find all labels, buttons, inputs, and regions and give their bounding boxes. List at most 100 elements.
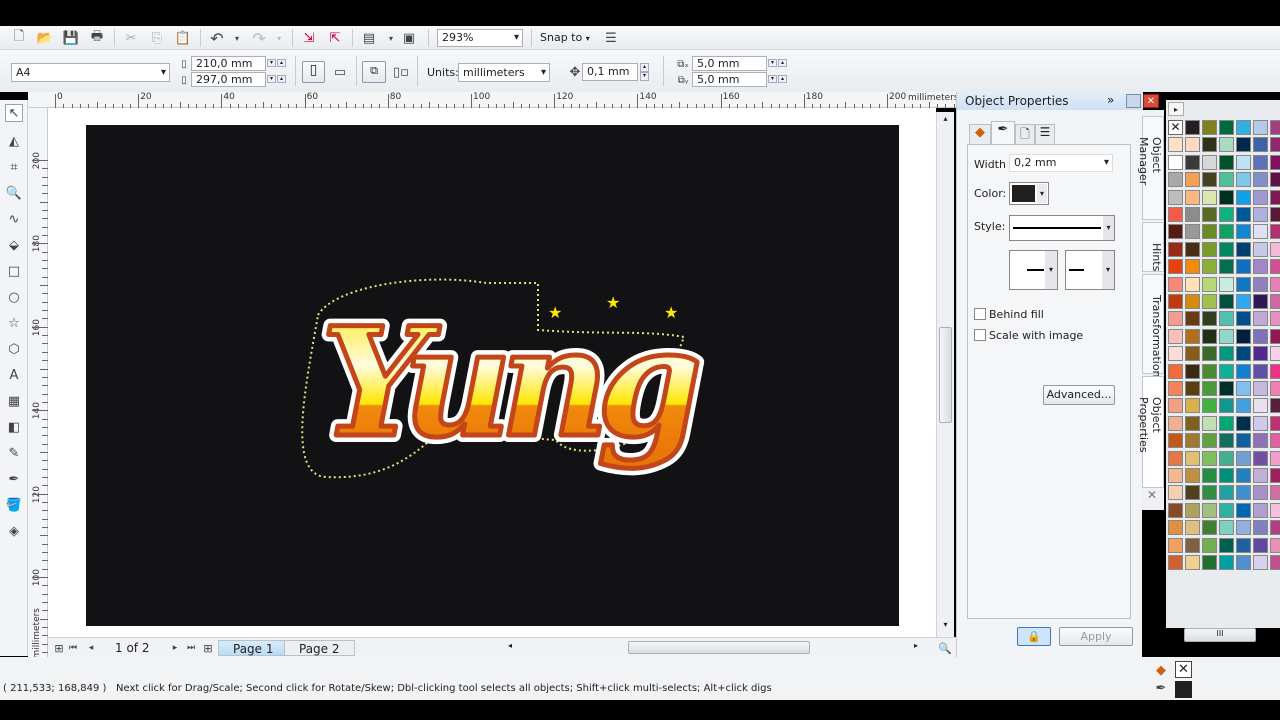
summary-tab-icon[interactable]: ☰ (1035, 124, 1055, 145)
color-swatch[interactable] (1168, 468, 1183, 483)
color-swatch[interactable] (1185, 433, 1200, 449)
zoom-tool-icon[interactable]: 🔍 (5, 184, 23, 202)
close-tab-icon[interactable]: ✕ (1147, 488, 1157, 502)
color-swatch[interactable] (1253, 398, 1268, 414)
import-icon[interactable]: ⇲ (300, 29, 318, 47)
color-swatch[interactable] (1202, 363, 1217, 379)
color-swatch[interactable] (1219, 363, 1234, 379)
color-swatch[interactable] (1168, 520, 1183, 536)
dup-x-up[interactable]: ▴ (778, 59, 787, 67)
color-swatch[interactable] (1253, 520, 1268, 536)
color-swatch[interactable] (1168, 328, 1183, 344)
nudge-up[interactable]: ▴ (640, 63, 649, 72)
color-swatch[interactable] (1270, 502, 1280, 518)
color-swatch[interactable] (1168, 415, 1183, 431)
color-swatch[interactable] (1185, 241, 1200, 257)
scroll-down-button[interactable]: ▾ (939, 620, 952, 634)
expand-docker-icon[interactable]: » (1107, 93, 1114, 107)
no-color-swatch[interactable]: ✕ (1168, 120, 1183, 135)
color-swatch[interactable] (1253, 433, 1268, 449)
color-swatch[interactable] (1185, 381, 1200, 396)
duplicate-y-input[interactable]: 5,0 mm (692, 72, 767, 87)
color-swatch[interactable] (1168, 398, 1183, 414)
color-swatch[interactable] (1236, 328, 1251, 344)
color-swatch[interactable] (1219, 433, 1234, 449)
color-swatch[interactable] (1202, 520, 1217, 536)
line-style-select[interactable]: ▾ (1009, 215, 1115, 241)
color-swatch[interactable] (1168, 502, 1183, 518)
table-tool-icon[interactable]: ▦ (5, 392, 23, 410)
color-swatch[interactable] (1236, 172, 1251, 188)
color-swatch[interactable] (1253, 207, 1268, 222)
color-swatch[interactable] (1219, 154, 1234, 170)
cut-icon[interactable]: ✂ (122, 29, 140, 47)
color-swatch[interactable] (1253, 259, 1268, 275)
color-swatch[interactable] (1185, 259, 1200, 275)
start-arrowhead-select[interactable]: ▾ (1009, 250, 1058, 290)
color-swatch[interactable] (1168, 172, 1183, 188)
nudge-down[interactable]: ▾ (640, 72, 649, 81)
color-swatch[interactable] (1219, 294, 1234, 309)
color-swatch[interactable] (1253, 328, 1268, 344)
color-swatch[interactable] (1219, 276, 1234, 292)
tab-hints[interactable]: Hints (1142, 222, 1164, 272)
color-swatch[interactable] (1270, 520, 1280, 536)
last-page-icon[interactable]: ⏭ (182, 639, 200, 657)
eyedropper-icon[interactable]: ✎ (5, 444, 23, 462)
color-swatch[interactable] (1185, 502, 1200, 518)
color-swatch[interactable] (1185, 485, 1200, 501)
export-icon[interactable]: ⇱ (326, 29, 344, 47)
outline-color-swatch[interactable] (1175, 681, 1192, 698)
color-swatch[interactable] (1253, 450, 1268, 466)
color-swatch[interactable] (1168, 137, 1183, 153)
units-select[interactable]: millimeters (458, 63, 550, 82)
color-swatch[interactable] (1219, 137, 1234, 153)
color-swatch[interactable] (1202, 311, 1217, 327)
freehand-tool-icon[interactable]: ∿ (5, 210, 23, 228)
color-swatch[interactable] (1202, 485, 1217, 501)
color-swatch[interactable] (1253, 294, 1268, 309)
color-swatch[interactable] (1219, 520, 1234, 536)
color-swatch[interactable] (1270, 172, 1280, 188)
scale-with-image-checkbox[interactable] (974, 329, 986, 341)
horizontal-ruler[interactable]: 0 20 40 60 80 100 120 140 160 180 200 millimeters (28, 92, 963, 108)
color-swatch[interactable] (1202, 433, 1217, 449)
color-swatch[interactable] (1202, 502, 1217, 518)
color-swatch[interactable] (1185, 537, 1200, 553)
color-swatch[interactable] (1168, 224, 1183, 240)
color-swatch[interactable] (1270, 120, 1280, 135)
color-swatch[interactable] (1185, 346, 1200, 362)
color-swatch[interactable] (1270, 294, 1280, 309)
color-swatch[interactable] (1270, 363, 1280, 379)
color-swatch[interactable] (1185, 276, 1200, 292)
options-icon[interactable]: ☰ (602, 29, 620, 47)
duplicate-x-input[interactable]: 5,0 mm (692, 56, 767, 71)
color-swatch[interactable] (1270, 433, 1280, 449)
color-swatch[interactable] (1219, 259, 1234, 275)
undo-icon[interactable]: ↶ (208, 29, 226, 48)
color-swatch[interactable] (1202, 137, 1217, 153)
color-swatch[interactable] (1202, 207, 1217, 222)
open-icon[interactable]: 📂 (36, 29, 54, 47)
fill-tab-icon[interactable]: ◆ (969, 124, 991, 145)
color-swatch[interactable] (1253, 468, 1268, 483)
color-swatch[interactable] (1219, 502, 1234, 518)
color-swatch[interactable] (1185, 468, 1200, 483)
color-swatch[interactable] (1253, 276, 1268, 292)
color-swatch[interactable] (1185, 207, 1200, 222)
color-swatch[interactable] (1202, 120, 1217, 135)
color-swatch[interactable] (1202, 241, 1217, 257)
application-launcher-icon[interactable]: ▤ (360, 29, 378, 47)
color-swatch[interactable] (1236, 120, 1251, 135)
color-swatch[interactable] (1270, 555, 1280, 570)
color-swatch[interactable] (1168, 154, 1183, 170)
color-swatch[interactable] (1270, 415, 1280, 431)
end-arrowhead-select[interactable]: ▾ (1065, 250, 1115, 290)
color-swatch[interactable] (1185, 189, 1200, 205)
color-swatch[interactable] (1202, 294, 1217, 309)
color-swatch[interactable] (1253, 154, 1268, 170)
color-swatch[interactable] (1219, 450, 1234, 466)
color-swatch[interactable] (1236, 363, 1251, 379)
color-swatch[interactable] (1236, 555, 1251, 570)
color-swatch[interactable] (1253, 311, 1268, 327)
